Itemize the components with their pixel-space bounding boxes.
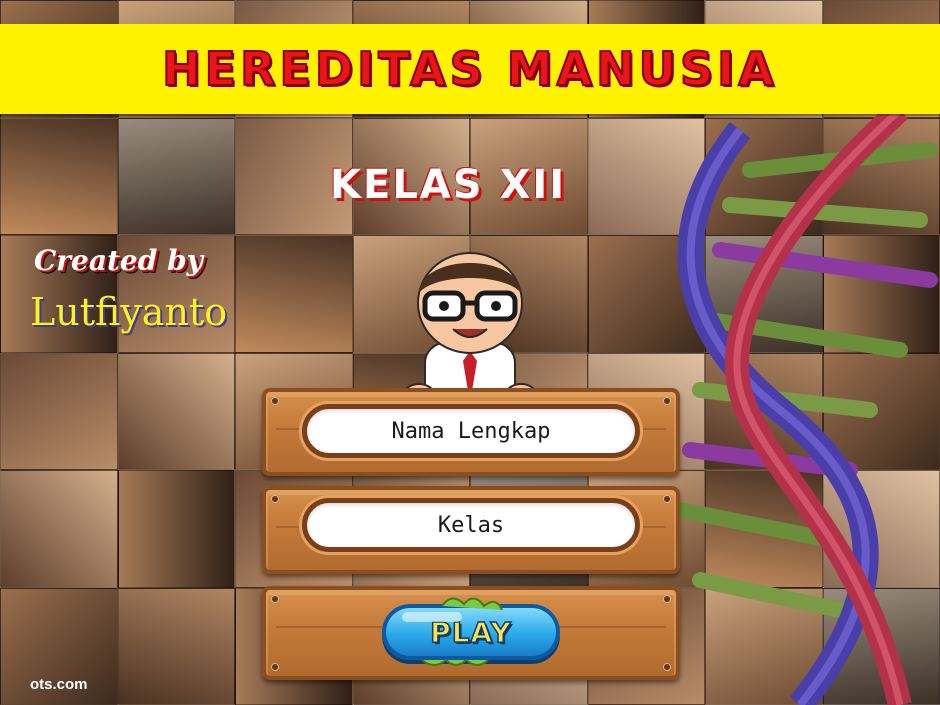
author-name: Lutfiyanto xyxy=(30,290,228,334)
name-input-placeholder: Nama Lengkap xyxy=(391,418,551,444)
play-button[interactable]: PLAY xyxy=(382,596,560,666)
watermark-url: ots.com xyxy=(30,676,88,693)
grade-label: KELAS XII xyxy=(330,162,567,208)
created-by-label: Created by xyxy=(34,244,203,277)
teacher-mascot-icon xyxy=(404,252,536,403)
login-board: Nama Lengkap Kelas PLAY xyxy=(262,388,680,680)
play-button-label: PLAY xyxy=(429,615,512,650)
class-input[interactable]: Kelas xyxy=(302,498,640,552)
page-title: HEREDITAS MANUSIA xyxy=(161,41,778,97)
title-bar: HEREDITAS MANUSIA xyxy=(0,24,940,114)
name-input[interactable]: Nama Lengkap xyxy=(302,404,640,458)
class-input-placeholder: Kelas xyxy=(437,512,505,538)
play-button-body: PLAY xyxy=(382,604,560,660)
